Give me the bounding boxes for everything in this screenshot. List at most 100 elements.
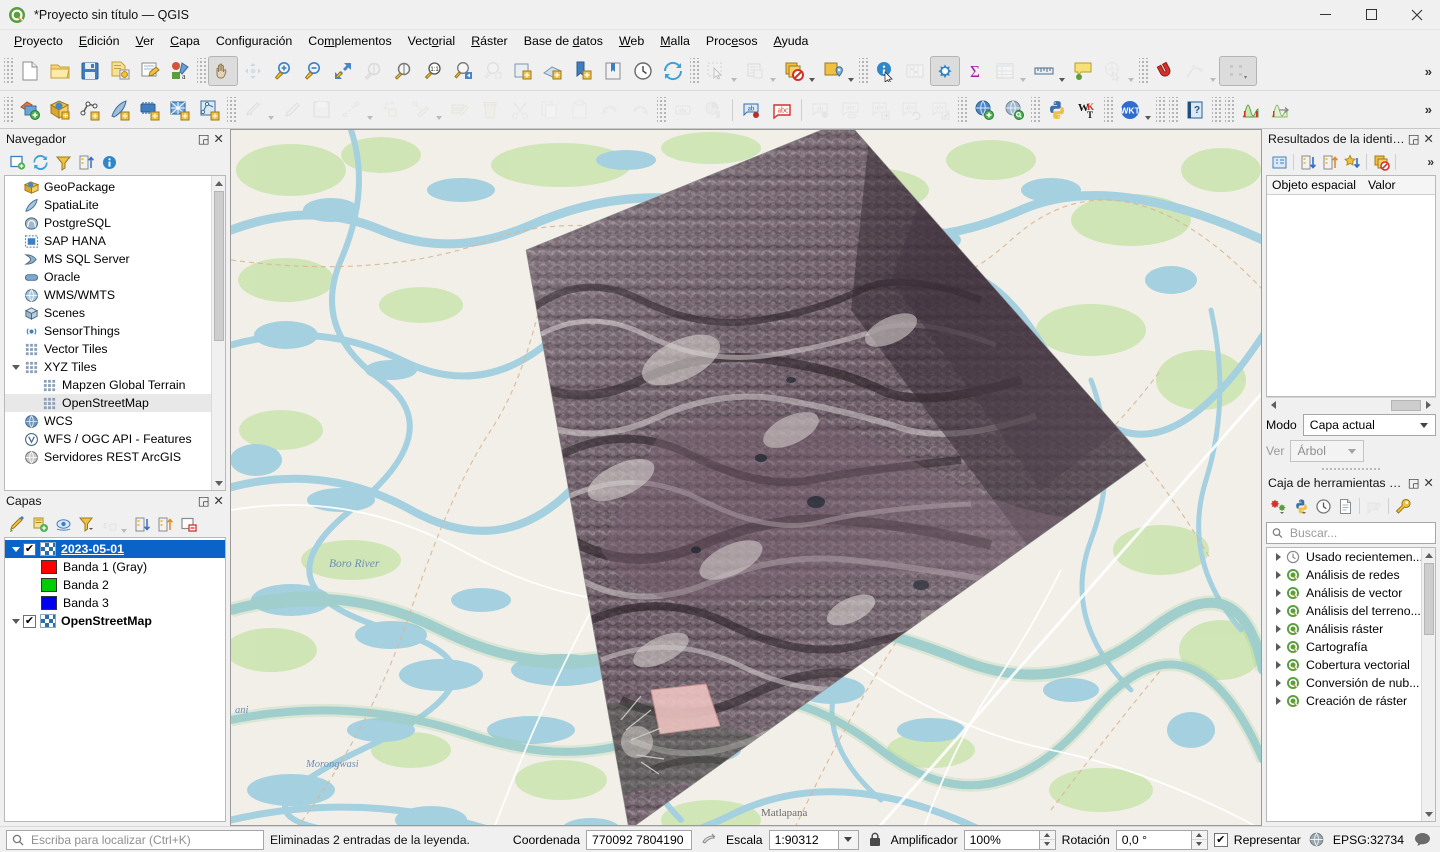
scroll-right-arrow-icon[interactable] [1421, 398, 1436, 413]
remove-layer-button[interactable] [177, 513, 199, 535]
highlight-labels-button[interactable]: abc [767, 95, 797, 125]
zoom-native-resolution-button[interactable]: 1:1 [418, 56, 448, 86]
stepper-up-icon[interactable] [1039, 831, 1055, 840]
manage-map-themes-button[interactable] [52, 513, 74, 535]
magnifier-spinbox[interactable]: 100% [963, 829, 1056, 850]
paste-features-button[interactable] [565, 95, 595, 125]
scroll-up-arrow-icon[interactable] [212, 176, 226, 190]
magnifier-value[interactable]: 100% [963, 829, 1040, 850]
toolbar-grip[interactable] [657, 96, 666, 123]
browser-close-button[interactable]: ✕ [212, 132, 225, 146]
identify-close-button[interactable]: ✕ [1422, 132, 1435, 146]
open-attribute-table-button[interactable] [990, 56, 1020, 86]
add-vector-layer-button[interactable] [75, 95, 105, 125]
view-combo[interactable]: Árbol [1290, 440, 1365, 462]
browser-item-scenes[interactable]: Scenes [5, 304, 211, 322]
open-layer-styling-button[interactable] [6, 513, 28, 535]
menu-edici-n[interactable]: Edición [71, 31, 128, 51]
toolbox-close-button[interactable]: ✕ [1422, 476, 1435, 490]
metasearch-globe-button[interactable] [999, 95, 1029, 125]
scripts-button[interactable] [1290, 495, 1312, 517]
new-map-view-button[interactable] [508, 56, 538, 86]
add-spatialite-layer-button[interactable] [105, 95, 135, 125]
delete-selected-button[interactable] [475, 95, 505, 125]
toolbar-overflow-button[interactable]: » [1425, 102, 1440, 117]
add-group-button[interactable] [29, 513, 51, 535]
messages-bubble-icon[interactable] [1410, 832, 1434, 847]
processing-options-button[interactable] [1392, 495, 1414, 517]
refresh-button[interactable] [658, 56, 688, 86]
measure-area-button[interactable] [900, 56, 930, 86]
scrollbar-track[interactable] [1281, 398, 1421, 412]
toolbar-overflow-button[interactable]: » [1425, 64, 1440, 79]
deselect-features-button[interactable] [779, 56, 809, 86]
toggle-extents-icon[interactable] [698, 832, 720, 848]
add-line-feature-button[interactable] [337, 95, 367, 125]
chevron-down-icon[interactable] [770, 78, 776, 82]
toolbox-item-8[interactable]: Creación de ráster [1267, 692, 1421, 710]
chevron-right-icon[interactable] [1271, 679, 1285, 687]
toolbox-float-button[interactable]: ◲ [1407, 476, 1420, 490]
menu-capa[interactable]: Capa [162, 31, 208, 51]
map-render[interactable]: Boro River Matlapana Morongwasi ani [231, 130, 1261, 825]
magnifier-stepper[interactable] [1039, 829, 1056, 850]
change-label-button[interactable]: abc [926, 95, 956, 125]
current-edits-button[interactable] [238, 95, 268, 125]
expand-all-button[interactable] [131, 513, 153, 535]
refresh-browser-button[interactable] [29, 151, 51, 173]
layer-item-banda-3[interactable]: Banda 3 [5, 594, 225, 612]
coordinate-field[interactable]: 770092 7804190 [586, 829, 692, 850]
open-project-button[interactable] [45, 56, 75, 86]
stepper-up-icon[interactable] [1191, 831, 1207, 840]
chevron-down-icon[interactable] [9, 546, 23, 552]
menu-vectorial[interactable]: Vectorial [400, 31, 464, 51]
dock-splitter-handle[interactable] [1321, 464, 1381, 473]
identify-float-button[interactable]: ◲ [1407, 132, 1420, 146]
browser-item-oracle[interactable]: Oracle [5, 268, 211, 286]
zoom-next-button[interactable] [478, 56, 508, 86]
toolbar-grip[interactable] [1139, 58, 1148, 84]
modify-attributes-button[interactable] [406, 95, 436, 125]
identify-results-body[interactable] [1267, 195, 1435, 396]
toolbar-grip[interactable] [1104, 96, 1113, 123]
new-project-button[interactable] [15, 56, 45, 86]
history-button[interactable] [1312, 495, 1334, 517]
chevron-down-icon[interactable] [1145, 116, 1151, 120]
show-hide-labels-button[interactable]: abc [836, 95, 866, 125]
multi-edit-button[interactable] [445, 95, 475, 125]
identify-features-button[interactable] [870, 56, 900, 86]
expand-new-results-button[interactable] [1268, 151, 1290, 173]
vertex-tool-button[interactable] [376, 95, 406, 125]
browser-item-spatialite[interactable]: SpatiaLite [5, 196, 211, 214]
add-raster-layer-button[interactable] [45, 95, 75, 125]
browser-item-wms-wmts[interactable]: WMS/WMTS [5, 286, 211, 304]
minimize-button[interactable] [1302, 0, 1348, 30]
crs-globe-icon[interactable] [1307, 832, 1327, 847]
layer-visibility-checkbox[interactable]: ✔ [23, 614, 36, 628]
open-data-source-manager-button[interactable] [15, 95, 45, 125]
copy-features-button[interactable] [535, 95, 565, 125]
browser-item-servidores-rest-arcgis[interactable]: Servidores REST ArcGIS [5, 448, 211, 466]
column-header-feature[interactable]: Objeto espacial [1272, 178, 1368, 192]
browser-item-ms-sql-server[interactable]: MS SQL Server [5, 250, 211, 268]
python-console-button[interactable] [1042, 95, 1072, 125]
chevron-down-icon[interactable] [1210, 78, 1216, 82]
add-wms-layer-button[interactable] [969, 95, 999, 125]
menu-proyecto[interactable]: Proyecto [6, 31, 71, 51]
column-header-value[interactable]: Valor [1368, 178, 1408, 192]
results-viewer-button[interactable] [1334, 495, 1356, 517]
collapse-all-button[interactable] [75, 151, 97, 173]
toolbar-grip[interactable] [690, 58, 699, 84]
crs-label[interactable]: EPSG:32734 [1333, 833, 1404, 847]
models-button[interactable] [1268, 495, 1290, 517]
chevron-down-icon[interactable] [809, 78, 815, 82]
chevron-down-icon[interactable] [121, 529, 127, 533]
collapse-all-button[interactable] [154, 513, 176, 535]
stepper-down-icon[interactable] [1040, 840, 1055, 849]
clear-results-button[interactable] [1370, 151, 1392, 173]
enable-properties-button[interactable] [98, 151, 120, 173]
rotation-value[interactable]: 0,0 ° [1115, 829, 1192, 850]
style-manager-button[interactable]: a [165, 56, 195, 86]
topological-editing-button[interactable] [1180, 56, 1210, 86]
locator-bar[interactable] [6, 829, 264, 850]
